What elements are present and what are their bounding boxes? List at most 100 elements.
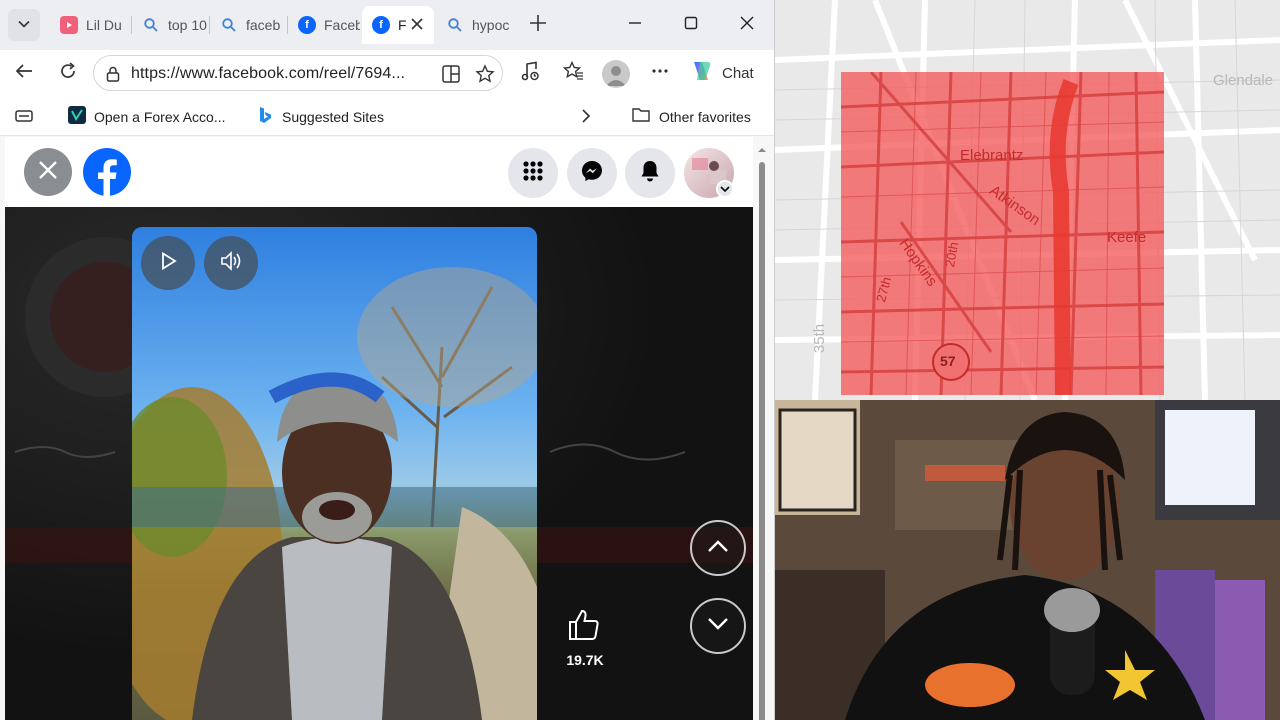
map-label-glendale: Glendale	[1213, 72, 1274, 89]
tab-facebook-reel-active[interactable]: f F	[362, 6, 434, 44]
refresh-icon	[58, 61, 78, 86]
close-icon	[37, 159, 59, 186]
map-label-keefe: Keefe	[1107, 229, 1147, 246]
tab-hypoc[interactable]: hypoc	[436, 6, 516, 44]
play-icon	[158, 251, 178, 276]
media-control-button[interactable]	[515, 58, 545, 88]
refresh-button[interactable]	[53, 58, 83, 88]
like-button[interactable]	[566, 607, 602, 643]
minimize-icon	[628, 16, 642, 35]
youtube-icon	[60, 16, 78, 34]
next-reel-button[interactable]	[690, 598, 746, 654]
new-tab-button[interactable]	[524, 11, 552, 39]
reel-video[interactable]	[132, 227, 537, 720]
page-scrollbar[interactable]	[756, 140, 768, 720]
copilot-chat-button[interactable]: Chat	[688, 58, 754, 88]
close-window-button[interactable]	[732, 10, 762, 40]
maximize-button[interactable]	[676, 10, 706, 40]
facebook-icon: f	[372, 16, 390, 34]
more-options-button[interactable]	[645, 58, 675, 88]
tab-label: Lil Du	[86, 17, 122, 33]
tab-label: faceb	[246, 17, 281, 33]
favorite-suggested-sites[interactable]: Suggested Sites	[256, 106, 384, 127]
map-label-elebrantz: Elebrantz	[960, 147, 1024, 164]
tab-label: Faceb	[324, 17, 360, 33]
facebook-header	[5, 137, 753, 207]
tab-preview-icon[interactable]	[14, 107, 34, 128]
tab-facebook[interactable]: f Faceb	[288, 6, 360, 44]
plus-icon	[529, 11, 547, 39]
favorites-button[interactable]	[558, 58, 588, 88]
url-text: https://www.facebook.com/reel/7694...	[131, 65, 406, 82]
tab-label: hypoc	[472, 17, 510, 33]
tab-lil-du[interactable]: Lil Du	[50, 6, 130, 44]
scroll-up-arrow-icon[interactable]	[756, 144, 768, 156]
play-button[interactable]	[141, 236, 195, 290]
bell-icon	[639, 159, 661, 188]
tab-top-10[interactable]: top 10	[132, 6, 208, 44]
chevron-down-icon	[706, 616, 730, 637]
search-icon	[142, 16, 160, 34]
speaker-icon	[219, 250, 243, 277]
map-label-35th: 35th	[811, 323, 829, 354]
tab-actions-menu-button[interactable]	[8, 9, 40, 41]
search-icon	[220, 16, 238, 34]
arrow-left-icon	[14, 61, 34, 86]
messenger-icon	[580, 159, 604, 188]
address-bar[interactable]: https://www.facebook.com/reel/7694...	[93, 55, 503, 91]
folder-icon	[631, 106, 651, 127]
tab-label: F	[398, 17, 407, 33]
messenger-button[interactable]	[567, 148, 617, 198]
minimize-button[interactable]	[620, 10, 650, 40]
browser-window: Lil Du top 10 faceb f Faceb f F hypoc ht…	[0, 0, 775, 720]
tab-strip: Lil Du top 10 faceb f Faceb f F hypoc	[0, 0, 774, 50]
forex-logo-icon	[68, 106, 86, 127]
favorite-forex[interactable]: Open a Forex Acco...	[68, 106, 226, 127]
star-favorite-icon[interactable]	[475, 64, 495, 89]
notifications-button[interactable]	[625, 148, 675, 198]
like-count: 19.7K	[566, 652, 604, 668]
mute-button[interactable]	[204, 236, 258, 290]
thumbs-up-icon	[566, 609, 602, 647]
ellipsis-icon	[650, 61, 670, 86]
tab-facebook-search[interactable]: faceb	[210, 6, 286, 44]
map-highlight-region: Elebrantz Atkinson Keefe Hopkins 27th 20…	[841, 72, 1164, 395]
favorite-label: Suggested Sites	[282, 108, 384, 125]
music-note-icon	[519, 60, 541, 87]
copilot-icon	[688, 58, 714, 88]
chevron-right-icon[interactable]	[578, 107, 594, 128]
favorite-label: Open a Forex Acco...	[94, 108, 226, 125]
reel-viewer: 19.7K	[5, 207, 753, 720]
split-screen-icon[interactable]	[441, 64, 461, 89]
chevron-up-icon	[706, 538, 730, 559]
tab-label: top 10	[168, 17, 207, 33]
copilot-label: Chat	[722, 64, 754, 82]
grid-menu-icon	[522, 160, 544, 187]
other-favorites-label: Other favorites	[659, 108, 751, 125]
menu-button[interactable]	[508, 148, 558, 198]
facebook-icon: f	[298, 16, 316, 34]
close-icon	[740, 16, 754, 35]
search-icon	[446, 16, 464, 34]
previous-reel-button[interactable]	[690, 520, 746, 576]
webcam-feed	[775, 400, 1280, 720]
route-57-badge: 57	[940, 353, 956, 369]
back-button[interactable]	[9, 58, 39, 88]
screen: Lil Du top 10 faceb f Faceb f F hypoc ht…	[0, 0, 1280, 720]
close-reel-button[interactable]	[24, 148, 72, 196]
bing-icon	[256, 106, 274, 127]
chevron-down-icon	[17, 17, 31, 34]
facebook-logo-icon[interactable]	[83, 148, 131, 196]
favorites-bar: Open a Forex Acco... Suggested Sites Oth…	[0, 96, 774, 136]
other-favorites[interactable]: Other favorites	[631, 106, 751, 127]
lock-icon	[104, 65, 122, 88]
account-chevron-icon[interactable]	[716, 180, 734, 198]
maximize-icon	[684, 16, 698, 35]
scrollbar-thumb[interactable]	[759, 162, 765, 720]
facebook-page: 19.7K	[5, 137, 753, 720]
map-overlay: Glendale 35th Elebrantz Atkinson Keefe H…	[775, 0, 1280, 400]
favorites-star-icon	[562, 60, 584, 87]
close-tab-icon[interactable]	[410, 17, 424, 34]
profile-avatar[interactable]	[602, 60, 630, 88]
navigation-toolbar: https://www.facebook.com/reel/7694... Ch…	[0, 50, 774, 96]
